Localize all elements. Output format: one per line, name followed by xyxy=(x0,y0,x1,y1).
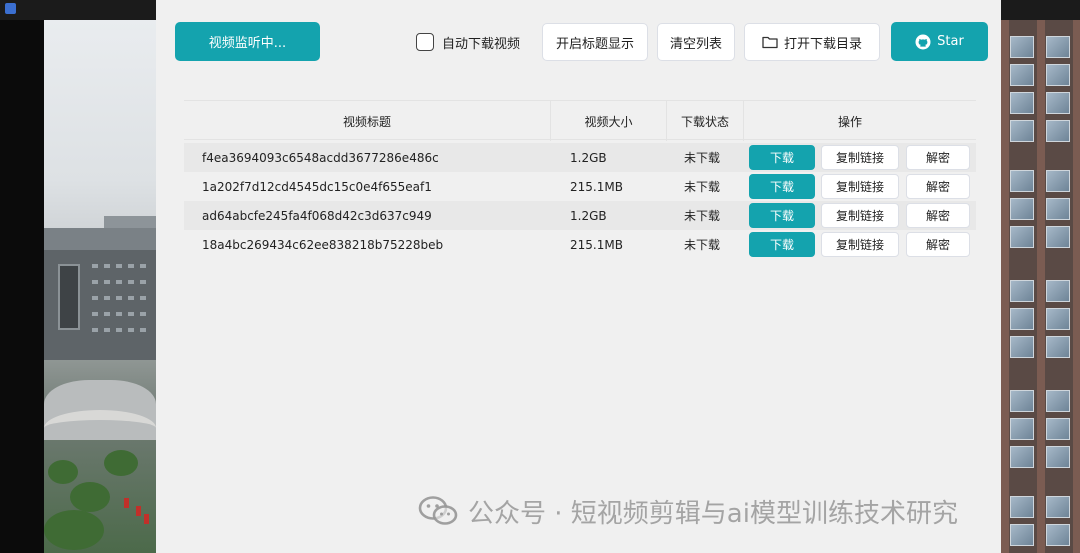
cell-status: 未下载 xyxy=(684,238,721,252)
copy-link-button[interactable]: 复制链接 xyxy=(821,145,899,170)
background-video-right xyxy=(1001,20,1080,553)
wechat-watermark: 公众号 · 短视频剪辑与ai模型训练技术研究 xyxy=(418,493,958,529)
show-title-button[interactable]: 开启标题显示 xyxy=(542,23,648,61)
building-top xyxy=(44,228,156,252)
decrypt-button[interactable]: 解密 xyxy=(906,145,970,170)
header-title: 视频标题 xyxy=(184,101,551,141)
table-body: f4ea3694093c6548acdd3677286e486c 1.2GB 未… xyxy=(184,140,976,259)
tree xyxy=(70,482,110,512)
auto-download-checkbox[interactable]: 自动下载视频 xyxy=(416,31,520,53)
flag xyxy=(144,514,149,524)
table-row: 1a202f7d12cd4545dc15c0e4f655eaf1 215.1MB… xyxy=(184,172,976,201)
cell-status: 未下载 xyxy=(684,151,721,165)
download-button[interactable]: 下载 xyxy=(749,232,815,257)
folder-icon xyxy=(762,36,778,49)
downloader-window: 视频监听中... 自动下载视频 开启标题显示 清空列表 打开下载目录 Star xyxy=(156,0,1001,553)
copy-link-button[interactable]: 复制链接 xyxy=(821,232,899,257)
star-label: Star xyxy=(937,34,964,49)
screen: 视频监听中... 自动下载视频 开启标题显示 清空列表 打开下载目录 Star xyxy=(0,0,1080,553)
decrypt-button[interactable]: 解密 xyxy=(906,203,970,228)
flag xyxy=(136,506,141,516)
table-row: ad64abcfe245fa4f068d42c3d637c949 1.2GB 未… xyxy=(184,201,976,230)
clear-list-button[interactable]: 清空列表 xyxy=(657,23,735,61)
background-video-left xyxy=(44,20,156,553)
cell-title: f4ea3694093c6548acdd3677286e486c xyxy=(202,150,439,165)
open-dir-label: 打开下载目录 xyxy=(783,36,862,52)
cell-size: 1.2GB xyxy=(570,208,607,223)
monitor-button-label: 视频监听中... xyxy=(208,36,287,51)
decrypt-button[interactable]: 解密 xyxy=(906,232,970,257)
video-table: 视频标题 视频大小 下载状态 操作 f4ea3694093c6548acdd36… xyxy=(184,100,976,259)
cell-size: 215.1MB xyxy=(570,237,623,252)
auto-download-label: 自动下载视频 xyxy=(442,36,521,52)
github-star-button[interactable]: Star xyxy=(891,22,988,61)
table-header: 视频标题 视频大小 下载状态 操作 xyxy=(184,100,976,141)
arch-walkway xyxy=(44,410,156,446)
building-window-frame xyxy=(58,264,80,330)
cell-status: 未下载 xyxy=(684,180,721,194)
wechat-icon xyxy=(418,496,458,525)
tree xyxy=(104,450,138,476)
cell-title: 1a202f7d12cd4545dc15c0e4f655eaf1 xyxy=(202,179,432,194)
open-download-dir-button[interactable]: 打开下载目录 xyxy=(744,23,880,61)
cell-size: 215.1MB xyxy=(570,179,623,194)
copy-link-button[interactable]: 复制链接 xyxy=(821,203,899,228)
cell-title: ad64abcfe245fa4f068d42c3d637c949 xyxy=(202,208,432,223)
table-row: f4ea3694093c6548acdd3677286e486c 1.2GB 未… xyxy=(184,143,976,172)
download-button[interactable]: 下载 xyxy=(749,174,815,199)
cell-title: 18a4bc269434c62ee838218b75228beb xyxy=(202,237,444,252)
tree xyxy=(44,510,104,550)
cell-status: 未下载 xyxy=(684,209,721,223)
header-size: 视频大小 xyxy=(551,101,667,141)
github-icon xyxy=(915,34,931,49)
download-button[interactable]: 下载 xyxy=(749,145,815,170)
show-title-label: 开启标题显示 xyxy=(555,36,634,52)
monitor-button[interactable]: 视频监听中... xyxy=(175,22,320,61)
checkbox-box[interactable] xyxy=(416,33,434,51)
table-row: 18a4bc269434c62ee838218b75228beb 215.1MB… xyxy=(184,230,976,259)
clear-list-label: 清空列表 xyxy=(669,36,722,52)
header-status: 下载状态 xyxy=(667,101,744,141)
flag xyxy=(124,498,129,508)
download-button[interactable]: 下载 xyxy=(749,203,815,228)
tree xyxy=(48,460,78,484)
header-actions: 操作 xyxy=(837,114,862,129)
decrypt-button[interactable]: 解密 xyxy=(906,174,970,199)
copy-link-button[interactable]: 复制链接 xyxy=(821,174,899,199)
watermark-text: 公众号 · 短视频剪辑与ai模型训练技术研究 xyxy=(468,498,958,529)
cell-size: 1.2GB xyxy=(570,150,607,165)
app-icon xyxy=(5,3,16,14)
